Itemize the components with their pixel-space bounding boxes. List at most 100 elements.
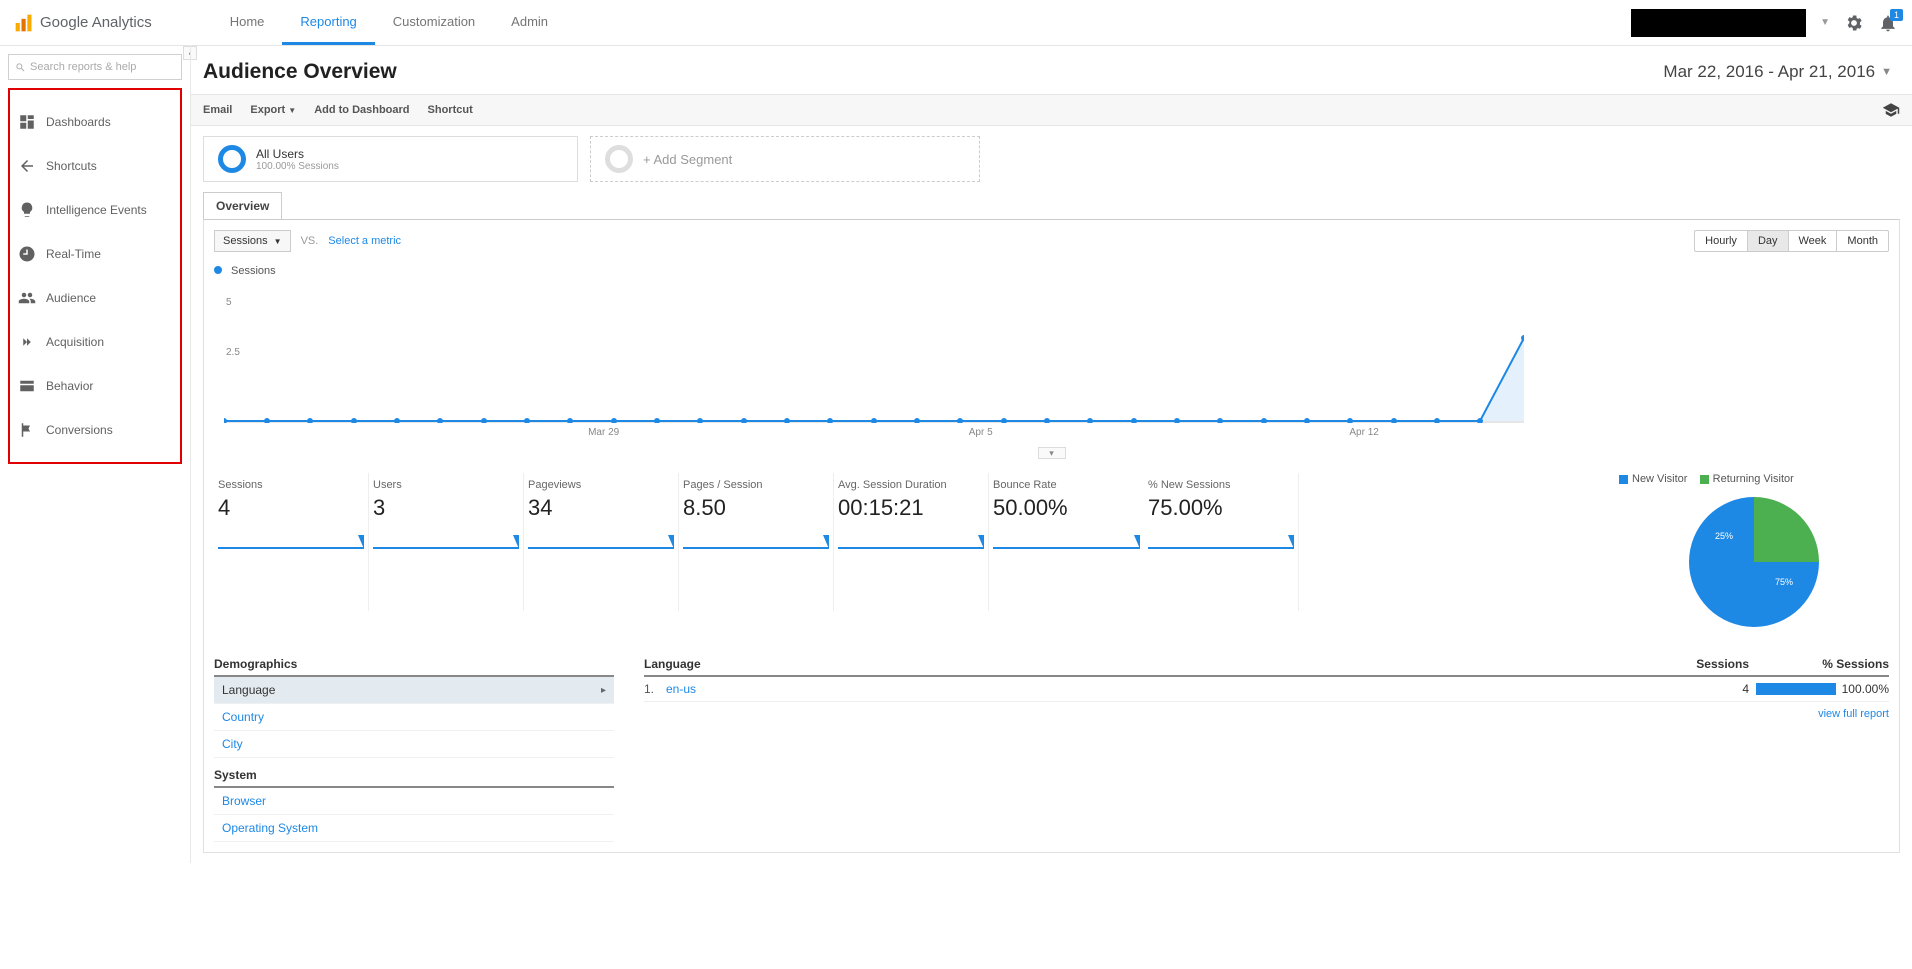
metric-pages-session[interactable]: Pages / Session8.50 (679, 473, 834, 611)
search-input[interactable]: Search reports & help (8, 54, 182, 80)
sidebar-item-acquisition[interactable]: Acquisition (14, 320, 176, 364)
education-icon[interactable] (1882, 101, 1900, 119)
sidebar-item-behavior[interactable]: Behavior (14, 364, 176, 408)
shortcuts-icon (18, 157, 36, 175)
toolbar-shortcut[interactable]: Shortcut (428, 104, 473, 116)
sidebar-item-label: Real-Time (46, 247, 101, 261)
view-full-report-link[interactable]: view full report (644, 708, 1889, 720)
account-caret-icon[interactable]: ▼ (1820, 17, 1830, 28)
visitor-pie-chart[interactable]: 25% 75% (1689, 497, 1819, 627)
dim-country[interactable]: Country (214, 704, 614, 731)
time-month[interactable]: Month (1836, 231, 1888, 251)
line-chart-svg (224, 313, 1524, 423)
sidebar-item-label: Behavior (46, 379, 93, 393)
time-day[interactable]: Day (1747, 231, 1788, 251)
demographics-header: Demographics (214, 657, 614, 677)
nav-customization[interactable]: Customization (375, 1, 493, 45)
legend-swatch-icon (1619, 475, 1628, 484)
col-pct-sessions: % Sessions (1749, 657, 1889, 671)
metric-sessions[interactable]: Sessions4 (214, 473, 369, 611)
pie-legend: New Visitor Returning Visitor (1619, 473, 1889, 485)
sidebar-item-intelligence[interactable]: Intelligence Events (14, 188, 176, 232)
chart-expand-handle[interactable]: ▾ (1038, 447, 1066, 459)
behavior-icon (18, 377, 36, 395)
sidebar-item-shortcuts[interactable]: Shortcuts (14, 144, 176, 188)
time-week[interactable]: Week (1788, 231, 1837, 251)
sessions-line-chart[interactable]: 5 2.5 Mar 29 Apr 5 Apr 12 (214, 285, 1889, 445)
primary-metric-dropdown[interactable]: Sessions▼ (214, 230, 291, 252)
dim-language[interactable]: Language▸ (214, 677, 614, 704)
table-row[interactable]: 1. en-us 4 100.00% (644, 677, 1889, 702)
visitor-pie-section: New Visitor Returning Visitor 25% 75% (1619, 473, 1889, 627)
add-segment-label: + Add Segment (643, 152, 732, 167)
search-icon (15, 62, 26, 73)
top-header: Google Analytics Home Reporting Customiz… (0, 0, 1912, 46)
dim-browser[interactable]: Browser (214, 788, 614, 815)
col-sessions: Sessions (1679, 657, 1749, 671)
metric-session-duration[interactable]: Avg. Session Duration00:15:21 (834, 473, 989, 611)
sparkline (838, 527, 984, 549)
toolbar-add-dashboard[interactable]: Add to Dashboard (314, 104, 409, 116)
bell-icon[interactable]: 1 (1878, 13, 1898, 33)
legend-swatch-icon (1700, 475, 1709, 484)
nav-home[interactable]: Home (212, 1, 283, 45)
vs-label: VS. (301, 235, 319, 247)
audience-icon (18, 289, 36, 307)
add-segment-button[interactable]: + Add Segment (590, 136, 980, 182)
caret-down-icon: ▼ (1881, 66, 1892, 78)
metric-new-sessions[interactable]: % New Sessions75.00% (1144, 473, 1299, 611)
sidebar-item-dashboards[interactable]: Dashboards (14, 100, 176, 144)
title-row: Audience Overview Mar 22, 2016 - Apr 21,… (191, 46, 1912, 94)
sidebar-item-label: Acquisition (46, 335, 104, 349)
metric-pageviews[interactable]: Pageviews34 (524, 473, 679, 611)
dim-city[interactable]: City (214, 731, 614, 758)
sidebar-item-conversions[interactable]: Conversions (14, 408, 176, 452)
sidebar-item-label: Audience (46, 291, 96, 305)
time-hourly[interactable]: Hourly (1695, 231, 1747, 251)
toolbar-email[interactable]: Email (203, 104, 232, 116)
sparkline (528, 527, 674, 549)
chart-legend-label: Sessions (231, 265, 276, 277)
metric-users[interactable]: Users3 (369, 473, 524, 611)
tab-overview[interactable]: Overview (203, 192, 282, 219)
dim-os[interactable]: Operating System (214, 815, 614, 842)
language-table: Language Sessions % Sessions 1. en-us 4 … (644, 657, 1889, 842)
analytics-logo-icon (14, 13, 34, 33)
sparkline (993, 527, 1140, 549)
date-range-label: Mar 22, 2016 - Apr 21, 2016 (1663, 62, 1875, 82)
metric-bounce-rate[interactable]: Bounce Rate50.00% (989, 473, 1144, 611)
chevron-right-icon: ▸ (601, 685, 606, 696)
row-index: 1. (644, 682, 666, 696)
caret-down-icon: ▼ (274, 237, 282, 246)
nav-reporting[interactable]: Reporting (282, 1, 374, 45)
gear-icon[interactable] (1844, 13, 1864, 33)
row-sessions: 4 (1679, 682, 1749, 696)
overview-panel: Sessions▼ VS. Select a metric Hourly Day… (203, 219, 1900, 853)
tabs: Overview (203, 192, 1900, 219)
select-metric-link[interactable]: Select a metric (328, 235, 401, 247)
toolbar-export[interactable]: Export ▼ (250, 104, 296, 116)
logo[interactable]: Google Analytics (14, 13, 152, 33)
x-axis-labels: Mar 29 Apr 5 Apr 12 (224, 427, 1879, 441)
sparkline (218, 527, 364, 549)
metrics-grid: Sessions4 Users3 Pageviews34 Pages / Ses… (214, 473, 1579, 627)
main: Audience Overview Mar 22, 2016 - Apr 21,… (190, 46, 1912, 863)
sparkline (683, 527, 829, 549)
system-header: System (214, 768, 614, 788)
search-placeholder: Search reports & help (30, 61, 136, 73)
segment-all-users[interactable]: All Users 100.00% Sessions (203, 136, 578, 182)
account-selector[interactable] (1631, 9, 1806, 37)
acquisition-icon (18, 333, 36, 351)
clock-icon (18, 245, 36, 263)
sidebar-annotated-box: Dashboards Shortcuts Intelligence Events… (8, 88, 182, 464)
sidebar-item-audience[interactable]: Audience (14, 276, 176, 320)
donut-icon (605, 145, 633, 173)
report-toolbar: Email Export ▼ Add to Dashboard Shortcut (191, 94, 1912, 126)
pie-slice-label: 25% (1715, 531, 1733, 541)
date-range-picker[interactable]: Mar 22, 2016 - Apr 21, 2016 ▼ (1663, 62, 1892, 82)
nav-admin[interactable]: Admin (493, 1, 566, 45)
time-granularity: Hourly Day Week Month (1694, 230, 1889, 252)
row-language-link[interactable]: en-us (666, 682, 1679, 696)
col-language: Language (644, 657, 1679, 671)
sidebar-item-realtime[interactable]: Real-Time (14, 232, 176, 276)
